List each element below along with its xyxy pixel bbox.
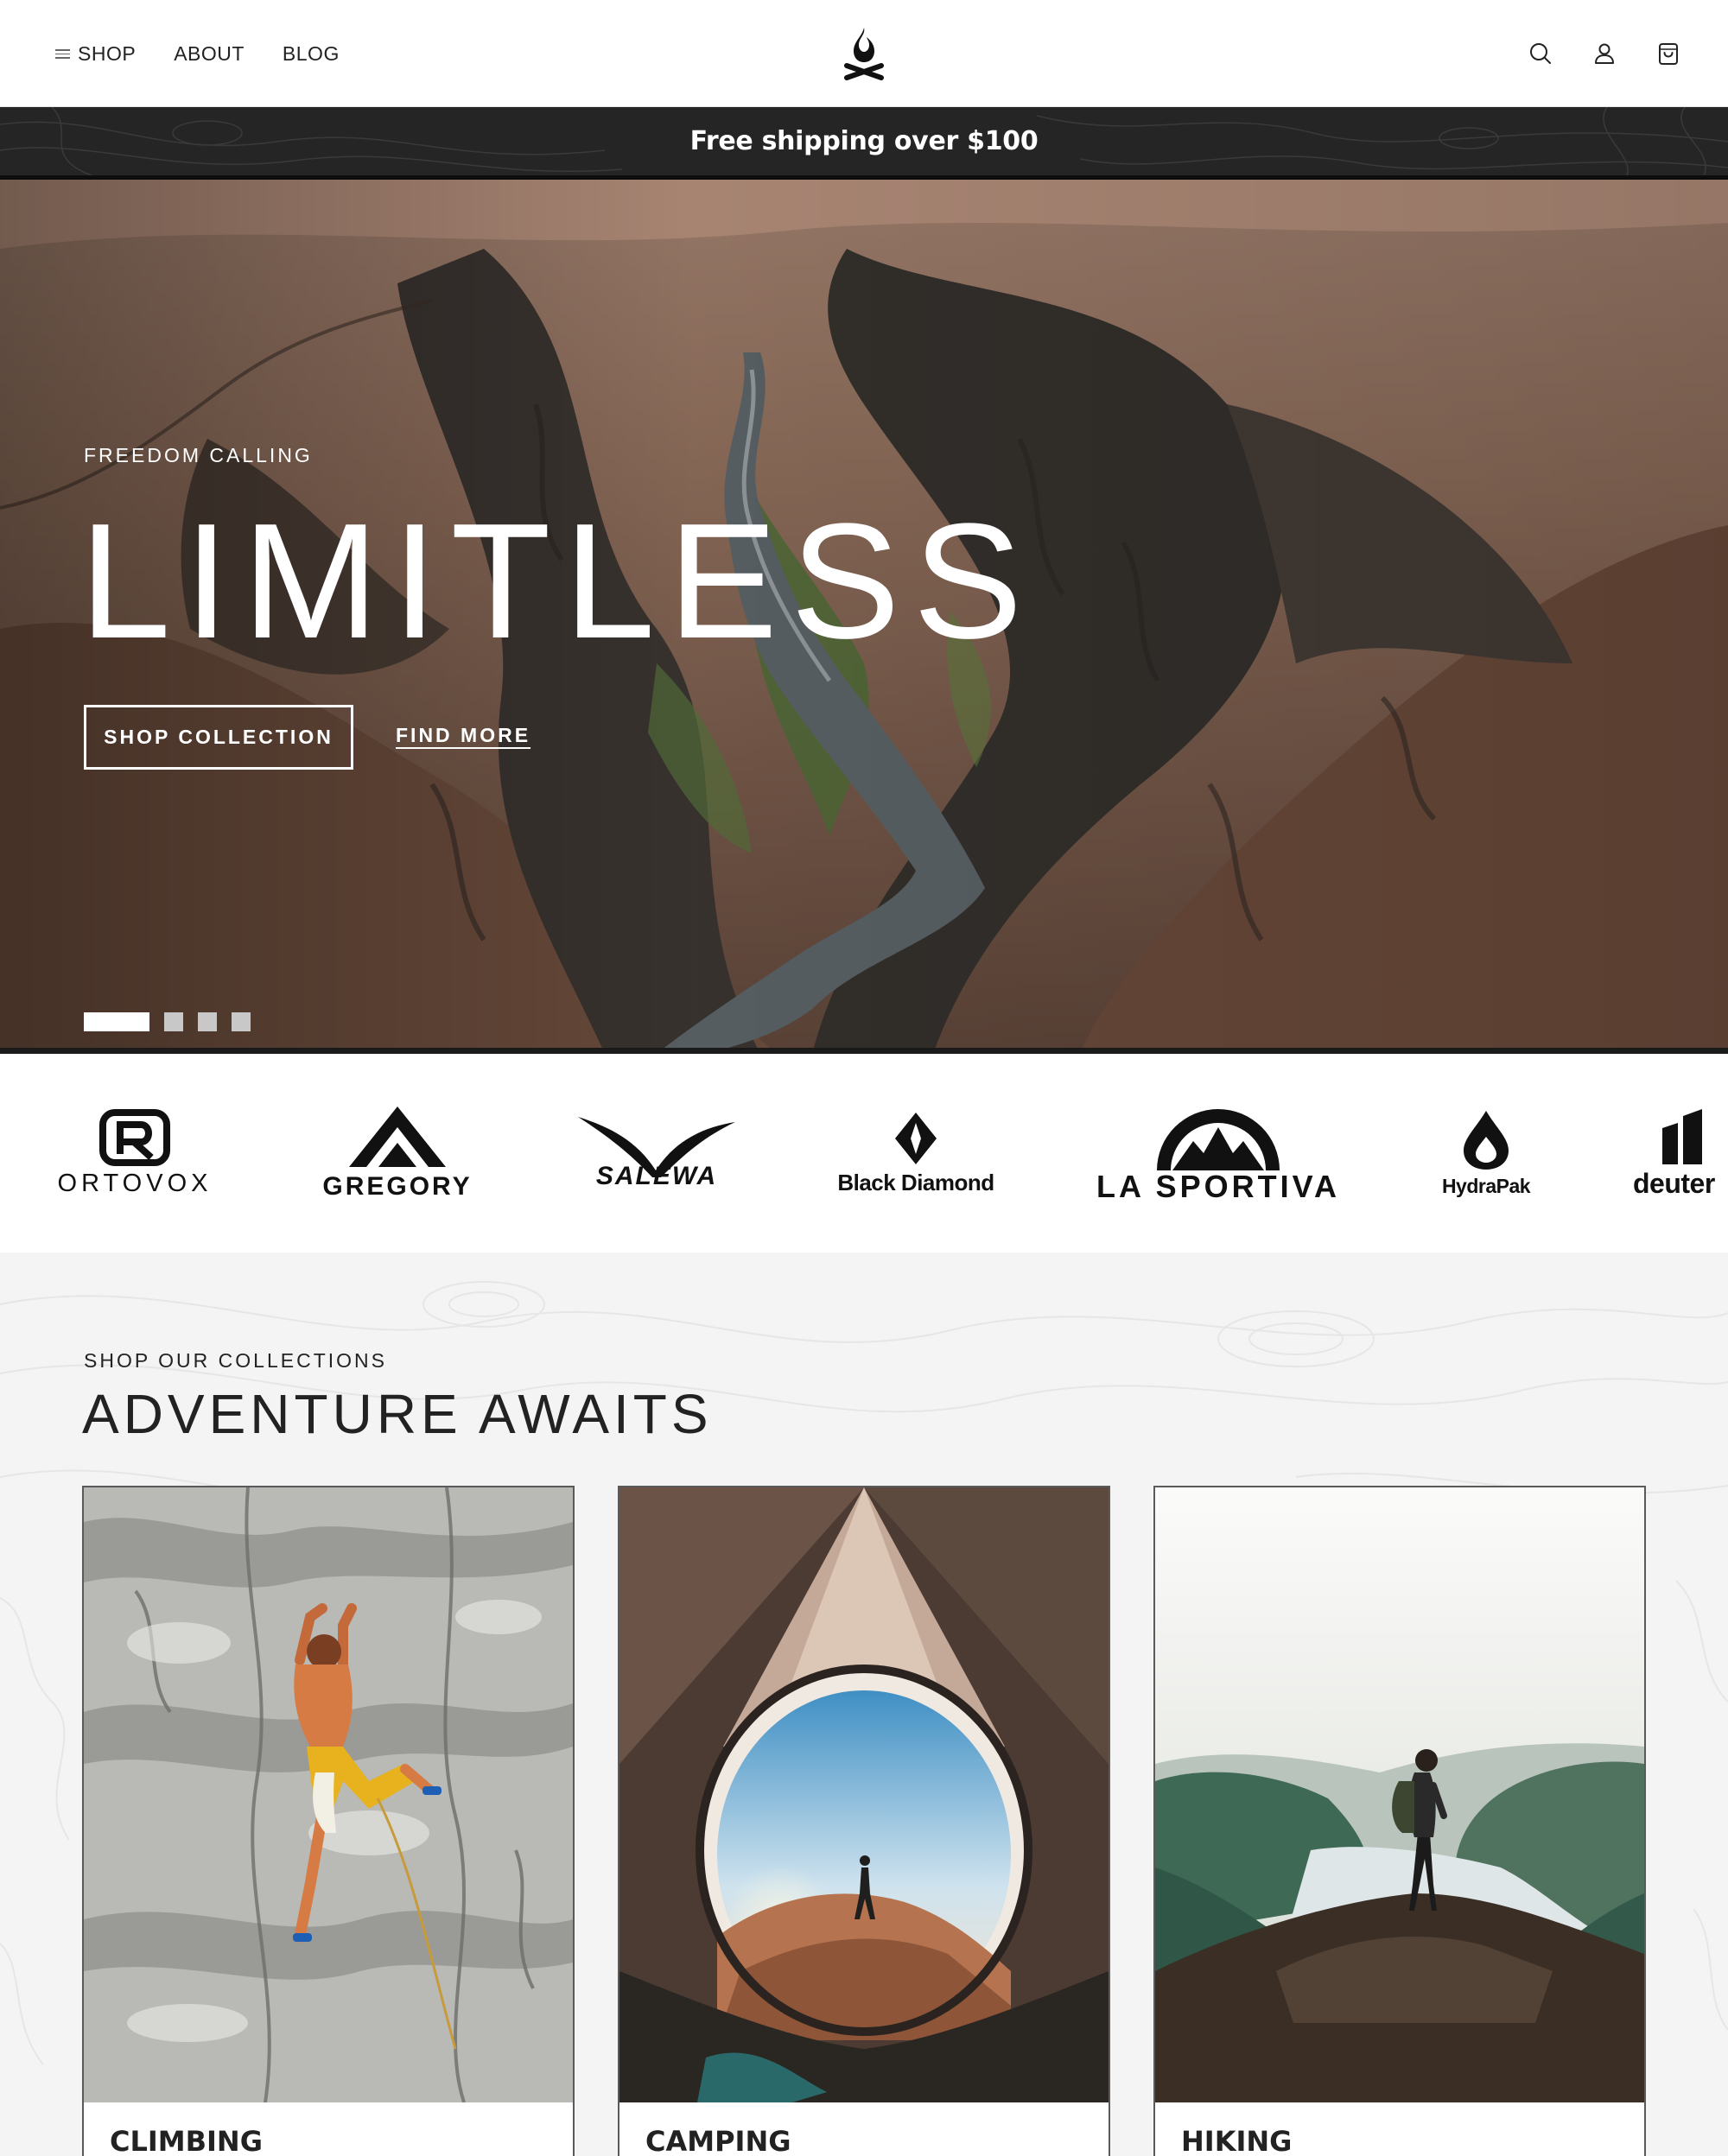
slideshow-pagination (84, 1012, 265, 1031)
nav-shop[interactable]: SHOP (55, 42, 136, 66)
brand-gregory[interactable]: GREGORY (311, 1054, 484, 1252)
announcement-text: Free shipping over $100 (689, 126, 1039, 156)
slide-dot-1[interactable] (84, 1012, 149, 1031)
la-sportiva-mountain-icon (1157, 1109, 1280, 1170)
collections-title: ADVENTURE AWAITS (82, 1383, 713, 1445)
hero-eyebrow: FREEDOM CALLING (84, 444, 313, 466)
hiking-image (1155, 1487, 1644, 2102)
cart-icon[interactable] (1655, 41, 1681, 67)
collections-eyebrow: SHOP OUR COLLECTIONS (84, 1349, 387, 1372)
main-nav: SHOP ABOUT BLOG (55, 0, 378, 107)
brand-name: GREGORY (322, 1172, 473, 1201)
collection-card-label: HIKING (1181, 2125, 1293, 2156)
collections-section: SHOP OUR COLLECTIONS ADVENTURE AWAITS CL… (0, 1252, 1728, 2156)
brand-name: LA SPORTIVA (1096, 1169, 1340, 1204)
account-icon[interactable] (1591, 41, 1617, 67)
brand-name: Black Diamond (837, 1169, 994, 1195)
campfire-icon[interactable] (840, 26, 888, 81)
hydrapak-drop-icon (1464, 1110, 1509, 1170)
nav-blog[interactable]: BLOG (283, 42, 340, 66)
brand-black-diamond[interactable]: Black Diamond (821, 1054, 1011, 1252)
brand-ortovox[interactable]: ORTOVOX (48, 1054, 221, 1252)
deuter-logo-icon (1662, 1108, 1702, 1164)
brand-name: deuter (1633, 1167, 1715, 1199)
hero-title: LIMITLESS (79, 490, 1036, 673)
brand-hydrapak[interactable]: HydraPak (1400, 1054, 1572, 1252)
camping-tent-image (619, 1487, 1109, 2102)
slide-dot-2[interactable] (164, 1012, 183, 1031)
site-header: SHOP ABOUT BLOG (0, 0, 1728, 107)
ortovox-logo-icon (99, 1108, 170, 1166)
nav-shop-label: SHOP (78, 41, 137, 65)
brand-name: SALEWA (595, 1162, 718, 1190)
hero-slideshow: FREEDOM CALLING LIMITLESS SHOP COLLECTIO… (0, 180, 1728, 1054)
brand-logos: ORTOVOX GREGORY SALEWA Black Diamond LA … (0, 1054, 1728, 1252)
brand-la-sportiva[interactable]: LA SPORTIVA (1089, 1054, 1348, 1252)
collection-card-camping[interactable]: CAMPING (618, 1486, 1110, 2156)
collection-card-label: CAMPING (645, 2125, 791, 2156)
search-icon[interactable] (1528, 41, 1553, 67)
collection-card-hiking[interactable]: HIKING (1153, 1486, 1646, 2156)
gregory-logo-icon (349, 1107, 446, 1167)
brand-name: HydraPak (1441, 1174, 1531, 1197)
slide-dot-3[interactable] (198, 1012, 217, 1031)
hamburger-icon (55, 48, 70, 59)
collection-card-climbing[interactable]: CLIMBING (82, 1486, 575, 2156)
climbing-image (84, 1487, 573, 2102)
slide-dot-4[interactable] (232, 1012, 251, 1031)
black-diamond-icon (895, 1112, 937, 1164)
brand-deuter[interactable]: deuter (1633, 1054, 1728, 1252)
brand-salewa[interactable]: SALEWA (562, 1054, 752, 1252)
shop-collection-button[interactable]: SHOP COLLECTION (84, 705, 353, 770)
brand-name: ORTOVOX (57, 1169, 213, 1197)
announcement-bar: Free shipping over $100 (0, 107, 1728, 180)
find-more-link[interactable]: FIND MORE (396, 724, 530, 747)
collection-card-label: CLIMBING (110, 2125, 263, 2156)
nav-about[interactable]: ABOUT (174, 42, 245, 66)
header-actions (1490, 0, 1681, 107)
